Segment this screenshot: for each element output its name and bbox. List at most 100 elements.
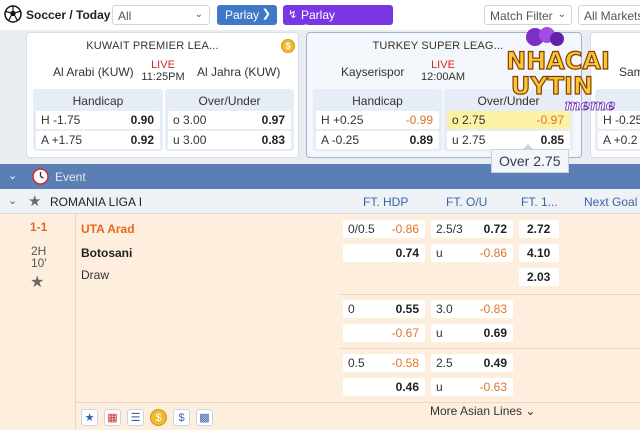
hdp-odds: -0.67: [391, 326, 419, 340]
svg-text:NHACAI: NHACAI: [506, 47, 610, 75]
odds-label: A +1.75: [41, 133, 83, 147]
1x2-odds-home: 2.72: [527, 222, 551, 236]
handicap-header: Handicap: [72, 94, 124, 108]
favorite-star-icon[interactable]: ★: [30, 272, 44, 292]
live-stream-icon[interactable]: ▦: [104, 409, 121, 426]
ou-odds-button[interactable]: u 0.69: [431, 324, 513, 342]
more-asian-lines-link[interactable]: More Asian Lines ⌄: [430, 404, 535, 418]
home-team-name: UTA Arad: [81, 222, 135, 236]
hdp-odds-button[interactable]: 0/0.5 -0.86: [343, 220, 425, 238]
bar-chart-icon[interactable]: ▩: [196, 409, 213, 426]
odds-label: A +0.2: [603, 133, 638, 147]
hdp-odds-button[interactable]: -0.67: [343, 324, 425, 342]
hdp-odds-button[interactable]: 0.5 -0.58: [343, 354, 425, 372]
odds-label: u 3.00: [173, 133, 207, 147]
card-start-time: 11:25PM: [141, 71, 185, 83]
odds-button[interactable]: A -0.25 0.89: [316, 131, 439, 149]
sport-filter-select[interactable]: All ⌄: [112, 5, 210, 25]
parlay-button[interactable]: Parlay ❯: [217, 5, 277, 25]
ou-odds-button[interactable]: 2.5/3 0.72: [431, 220, 513, 238]
hdp-line: 0/0.5: [348, 222, 375, 236]
column-header-next-goal: Next Goal: [584, 195, 638, 209]
chevron-down-icon: ⌄: [525, 404, 536, 418]
1x2-odds-button[interactable]: 2.03: [519, 268, 559, 286]
ou-line: 2.5: [436, 356, 453, 370]
card-home-team: Sam: [619, 65, 640, 79]
1x2-odds-button[interactable]: 2.72: [519, 220, 559, 238]
card-league: KUWAIT PREMIER LEA...: [86, 40, 219, 52]
chevron-down-icon[interactable]: ⌄: [8, 194, 17, 207]
odds-label: H +0.25: [321, 113, 364, 127]
ou-odds: 0.72: [483, 222, 507, 236]
over-under-market: Over/Under o 3.00 0.97 u 3.00 0.83: [165, 89, 294, 151]
match-card[interactable]: KUWAIT PREMIER LEA... $ Al Arabi (KUW) L…: [26, 32, 299, 158]
handicap-market: Handicap H -1.75 0.90 A +1.75 0.92: [33, 89, 163, 151]
column-header-ft-1x2: FT. 1...: [521, 195, 558, 209]
ou-odds: -0.86: [479, 246, 507, 260]
league-header[interactable]: ⌄ ★ ROMANIA LIGA I FT. HDP FT. O/U FT. 1…: [0, 189, 640, 214]
odds-button[interactable]: H +0.25 -0.99: [316, 111, 439, 129]
ou-odds-button[interactable]: u -0.86: [431, 244, 513, 262]
stats-list-icon[interactable]: ☰: [127, 409, 144, 426]
ou-line: 3.0: [436, 302, 453, 316]
match-filter-select[interactable]: Match Filter ⌄: [484, 5, 572, 25]
odds-value: 0.97: [261, 113, 285, 127]
parlay-generator-button[interactable]: ↯ Parlay Generator: [283, 5, 393, 36]
dollar-icon[interactable]: $: [173, 409, 190, 426]
hdp-odds-button[interactable]: 0.74: [343, 244, 425, 262]
ou-odds: 0.69: [483, 326, 507, 340]
more-asian-lines-label: More Asian Lines: [430, 404, 523, 418]
svg-text:meme: meme: [565, 96, 616, 114]
ou-odds: -0.63: [479, 380, 507, 394]
odds-label: u 2.75: [452, 133, 486, 147]
card-start-time: 12:00AM: [420, 71, 466, 83]
soccer-ball-icon: [4, 5, 22, 23]
ou-odds-button[interactable]: 2.5 0.49: [431, 354, 513, 372]
ou-odds-button[interactable]: u -0.63: [431, 378, 513, 396]
ou-odds-button[interactable]: 3.0 -0.83: [431, 300, 513, 318]
odds-value: -0.99: [405, 113, 433, 127]
column-header-ft-hdp: FT. HDP: [363, 195, 409, 209]
watermark-logo: NHACAI UYTIN meme: [505, 27, 616, 114]
hdp-odds-button[interactable]: 0 0.55: [343, 300, 425, 318]
chevron-down-icon[interactable]: ⌄: [8, 169, 17, 182]
favorite-star-icon[interactable]: ★: [81, 409, 98, 426]
odds-label: H -1.75: [41, 113, 81, 127]
live-clock-icon: [32, 168, 49, 185]
draw-label: Draw: [81, 268, 110, 282]
hdp-odds: -0.86: [391, 222, 419, 236]
ou-line: 2.5/3: [436, 222, 463, 236]
odds-button[interactable]: A +0.2: [598, 131, 640, 149]
markets-select[interactable]: All Markets: [578, 5, 640, 25]
odds-label: o 2.75: [452, 113, 486, 127]
1x2-odds-button[interactable]: 4.10: [519, 244, 559, 262]
coin-icon[interactable]: $: [150, 409, 167, 426]
coin-icon: $: [281, 39, 295, 53]
odds-button[interactable]: u 3.00 0.83: [168, 131, 291, 149]
odds-label: A -0.25: [321, 133, 360, 147]
odds-label: o 3.00: [173, 113, 207, 127]
line-divider: [340, 348, 640, 349]
hdp-line: 0.5: [348, 356, 365, 370]
odds-tooltip: Over 2.75: [491, 144, 569, 173]
odds-value: 0.85: [540, 133, 564, 147]
odds-button[interactable]: A +1.75 0.92: [36, 131, 160, 149]
odds-value: 0.89: [409, 133, 433, 147]
markets-label: All Markets: [584, 9, 640, 23]
match-status-column: 1-1 2H 10' ★: [0, 214, 76, 430]
hdp-odds-button[interactable]: 0.46: [343, 378, 425, 396]
card-home-team: Kayserispor: [341, 65, 405, 79]
card-away-team: Al Jahra (KUW): [197, 65, 281, 79]
column-header-ft-ou: FT. O/U: [446, 195, 488, 209]
live-score: 1-1: [30, 220, 48, 234]
chevron-down-icon: ⌄: [194, 9, 203, 20]
odds-button[interactable]: u 2.75 0.85: [447, 131, 570, 149]
handicap-market: Handicap H +0.25 -0.99 A -0.25 0.89: [313, 89, 442, 151]
favorite-star-icon[interactable]: ★: [28, 192, 41, 210]
hdp-odds: -0.58: [391, 356, 419, 370]
hdp-odds: 0.46: [395, 380, 419, 394]
odds-button[interactable]: o 3.00 0.97: [168, 111, 291, 129]
odds-button[interactable]: H -1.75 0.90: [36, 111, 160, 129]
over-under-header: Over/Under: [198, 94, 261, 108]
hdp-odds: 0.55: [395, 302, 419, 316]
